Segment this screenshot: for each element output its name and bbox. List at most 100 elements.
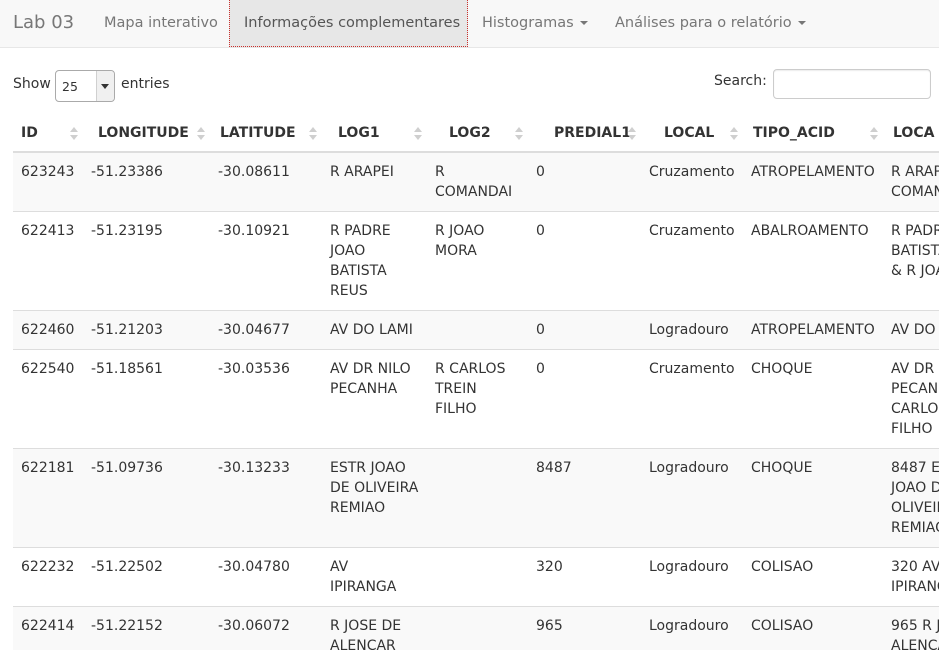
cell-predial1: 0 [528, 349, 641, 449]
column-header-log2[interactable]: LOG2 [427, 115, 528, 153]
cell-longitude: -51.18561 [83, 349, 210, 449]
table-body: 623243 -51.23386 -30.08611 R ARAPEI R COMAND… [13, 151, 939, 650]
column-header-longitude[interactable]: LONGITUDE [83, 115, 210, 153]
cell-longitude: -51.23386 [83, 151, 210, 212]
column-header-label: LOG1 [338, 125, 380, 141]
column-header-latitude[interactable]: LATITUDE [210, 115, 322, 153]
sort-icon [414, 127, 422, 141]
cell-tipo-acid: ATROPELAMENTO [743, 151, 883, 212]
cell-local: Logradouro [641, 606, 743, 650]
cell-local-address: AV DO LAMI [883, 310, 939, 350]
caret-down-icon [797, 21, 806, 25]
cell-id: 622181 [13, 448, 83, 548]
column-header-label: LATITUDE [220, 125, 296, 141]
search-label: Search: [714, 73, 767, 89]
select-arrow-button[interactable] [96, 71, 114, 101]
cell-local: Logradouro [641, 547, 743, 607]
cell-latitude: -30.13233 [210, 448, 322, 548]
cell-log2: R COMANDAI [427, 151, 528, 212]
cell-local: Cruzamento [641, 349, 743, 449]
cell-longitude: -51.21203 [83, 310, 210, 350]
cell-log1: R PADRE JOAO BATISTA REUS [322, 211, 427, 311]
cell-log2 [427, 606, 528, 650]
cell-log2 [427, 310, 528, 350]
cell-predial1: 0 [528, 310, 641, 350]
sort-icon [870, 127, 878, 141]
table-row[interactable]: 622181 -51.09736 -30.13233 ESTR JOAO DE OLI… [13, 448, 939, 548]
column-header-label: LONGITUDE [98, 125, 189, 141]
table-row[interactable]: 622460 -51.21203 -30.04677 AV DO LAMI 0 Logra… [13, 310, 939, 350]
cell-latitude: -30.08611 [210, 151, 322, 212]
show-label: Show [13, 76, 51, 92]
brand-title[interactable]: Lab 03 [13, 12, 74, 34]
cell-tipo-acid: CHOQUE [743, 349, 883, 449]
cell-id: 622540 [13, 349, 83, 449]
column-header-log1[interactable]: LOG1 [322, 115, 427, 153]
table-row[interactable]: 622540 -51.18561 -30.03536 AV DR NILO PECAN… [13, 349, 939, 449]
sort-icon [515, 127, 523, 141]
data-table: ID LONGITUDE LATITUDE LOG1 LOG2 PREDIAL1… [13, 115, 939, 650]
nav-tab-label: Informações complementares [244, 15, 461, 31]
column-header-id[interactable]: ID [13, 115, 83, 153]
column-header-local-address[interactable]: LOCA [883, 115, 939, 153]
cell-local-address: 965 R JOSE DE ALENCAR [883, 606, 939, 650]
cell-latitude: -30.10921 [210, 211, 322, 311]
cell-id: 622460 [13, 310, 83, 350]
cell-local: Cruzamento [641, 151, 743, 212]
table-row[interactable]: 622413 -51.23195 -30.10921 R PADRE JOAO BAT… [13, 211, 939, 311]
navbar: Lab 03 Mapa interativo Informações compl… [0, 0, 939, 48]
column-header-label: PREDIAL1 [554, 125, 631, 141]
cell-tipo-acid: COLISAO [743, 547, 883, 607]
nav-tab-label: Histogramas [482, 15, 574, 31]
cell-local: Logradouro [641, 310, 743, 350]
data-table-container[interactable]: ID LONGITUDE LATITUDE LOG1 LOG2 PREDIAL1… [13, 115, 939, 650]
cell-log1: R JOSE DE ALENCAR [322, 606, 427, 650]
nav-tab-informacoes-complementares[interactable]: Informações complementares [229, 0, 468, 47]
sort-icon [197, 127, 205, 141]
cell-local-address: AV DR NILO PECANHA & R CARLOS TREIN FILH… [883, 349, 939, 449]
entries-length-select[interactable]: 25 [55, 70, 115, 102]
nav-tab-mapa-interativo[interactable]: Mapa interativo [90, 0, 232, 47]
column-header-label: LOCA [893, 125, 935, 141]
table-row[interactable]: 622414 -51.22152 -30.06072 R JOSE DE ALENCA… [13, 606, 939, 650]
cell-predial1: 8487 [528, 448, 641, 548]
cell-log2: R CARLOS TREIN FILHO [427, 349, 528, 449]
sort-icon [628, 127, 636, 141]
cell-predial1: 0 [528, 151, 641, 212]
cell-id: 623243 [13, 151, 83, 212]
cell-log2 [427, 448, 528, 548]
column-header-label: LOG2 [449, 125, 491, 141]
column-header-local[interactable]: LOCAL [641, 115, 743, 153]
nav-tab-label: Mapa interativo [104, 15, 218, 31]
cell-log2 [427, 547, 528, 607]
cell-tipo-acid: CHOQUE [743, 448, 883, 548]
cell-latitude: -30.06072 [210, 606, 322, 650]
column-header-label: ID [21, 125, 38, 141]
cell-predial1: 0 [528, 211, 641, 311]
cell-local-address: 320 AV IPIRANGA [883, 547, 939, 607]
cell-log1: R ARAPEI [322, 151, 427, 212]
cell-longitude: -51.09736 [83, 448, 210, 548]
cell-latitude: -30.04780 [210, 547, 322, 607]
cell-latitude: -30.03536 [210, 349, 322, 449]
cell-local: Cruzamento [641, 211, 743, 311]
column-header-tipo-acid[interactable]: TIPO_ACID [743, 115, 883, 153]
cell-longitude: -51.22502 [83, 547, 210, 607]
cell-tipo-acid: ABALROAMENTO [743, 211, 883, 311]
table-row[interactable]: 622232 -51.22502 -30.04780 AV IPIRANGA 320 Lo… [13, 547, 939, 607]
table-row[interactable]: 623243 -51.23386 -30.08611 R ARAPEI R COMAND… [13, 151, 939, 212]
cell-log1: AV IPIRANGA [322, 547, 427, 607]
chevron-down-icon [101, 84, 109, 89]
table-header-row: ID LONGITUDE LATITUDE LOG1 LOG2 PREDIAL1… [13, 115, 939, 153]
cell-tipo-acid: ATROPELAMENTO [743, 310, 883, 350]
cell-local-address: 8487 ESTR JOAO DE OLIVEIRA REMIAO [883, 448, 939, 548]
nav-dropdown-analises[interactable]: Análises para o relatório [601, 0, 820, 47]
sort-icon [309, 127, 317, 141]
column-header-predial1[interactable]: PREDIAL1 [528, 115, 641, 153]
search-input[interactable] [773, 69, 931, 99]
nav-dropdown-histogramas[interactable]: Histogramas [468, 0, 602, 47]
cell-log1: AV DR NILO PECANHA [322, 349, 427, 449]
cell-local-address: R ARAPEI & R COMANDAI [883, 151, 939, 212]
cell-longitude: -51.23195 [83, 211, 210, 311]
cell-predial1: 965 [528, 606, 641, 650]
